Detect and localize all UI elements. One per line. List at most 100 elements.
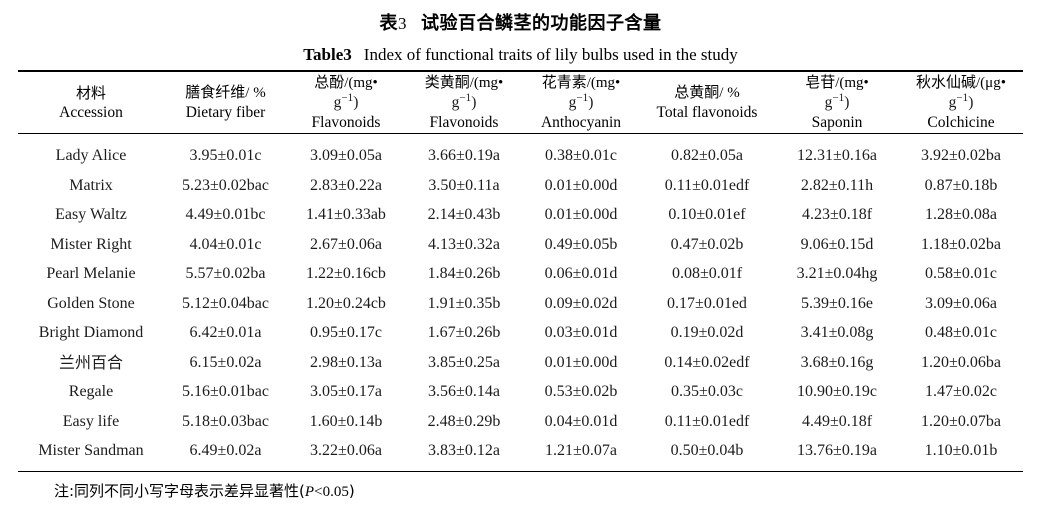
chinese-table-label: 表 bbox=[379, 13, 398, 34]
row-accession: Matrix bbox=[69, 176, 113, 194]
functional-traits-table: 材料 Accession 膳食纤维/ % Dietary fiber 总酚/(m… bbox=[18, 70, 1023, 472]
cell-total-flavonoids: 0.35±0.03c bbox=[671, 383, 743, 400]
header-unit-saponin: /(mg• bbox=[835, 75, 869, 91]
header-unit-line2-flavonoid: g−1) bbox=[451, 91, 477, 111]
table-row: Easy life 5.18±0.03bac 1.60±0.14b 2.48±0… bbox=[18, 407, 1023, 437]
header-unit-anthocyanin: /(mg• bbox=[586, 75, 621, 91]
cell-flavonoid: 1.91±0.35b bbox=[427, 294, 501, 312]
row-accession: Mister Sandman bbox=[38, 442, 144, 459]
row-accession: Lady Alice bbox=[55, 147, 127, 164]
english-title: Table3 Index of functional traits of lily… bbox=[0, 40, 1041, 70]
cell-colchicine: 1.47±0.02c bbox=[925, 383, 997, 400]
cell-dietary-fiber: 6.49±0.02a bbox=[189, 442, 262, 459]
row-accession: Regale bbox=[68, 383, 114, 400]
cell-anthocyanin: 0.49±0.05b bbox=[544, 235, 618, 253]
cell-flavonoid: 4.13±0.32a bbox=[428, 235, 500, 253]
cell-flavonoid: 3.56±0.14a bbox=[428, 383, 500, 400]
header-unit-line2-anthocyanin: g−1) bbox=[568, 91, 594, 111]
cell-saponin: 5.39±0.16e bbox=[801, 294, 873, 312]
column-header-accession: 材料 Accession bbox=[18, 72, 164, 134]
cell-total-flavonoids: 0.14±0.02edf bbox=[664, 353, 750, 371]
header-cn-total-flavonoids: 总黄酮 bbox=[674, 83, 720, 101]
cell-total-flavonoids: 0.82±0.05a bbox=[671, 147, 743, 164]
header-en-accession: Accession bbox=[59, 103, 123, 121]
cell-colchicine: 1.20±0.07ba bbox=[921, 412, 1001, 430]
header-en-total-phenol: Flavonoids bbox=[311, 114, 381, 131]
table-row: Mister Right 4.04±0.01c 2.67±0.06a 4.13±… bbox=[18, 230, 1023, 260]
cell-total-phenol: 1.22±0.16cb bbox=[306, 265, 386, 282]
cell-anthocyanin: 0.03±0.01d bbox=[544, 324, 618, 341]
cell-dietary-fiber: 5.57±0.02ba bbox=[185, 265, 266, 282]
table-row: Golden Stone 5.12±0.04bac 1.20±0.24cb 1.… bbox=[18, 289, 1023, 319]
column-header-dietary-fiber: 膳食纤维/ % Dietary fiber bbox=[164, 72, 287, 134]
cell-saponin: 3.68±0.16g bbox=[800, 353, 874, 371]
cell-anthocyanin: 0.06±0.01d bbox=[544, 265, 618, 282]
cell-total-flavonoids: 0.10±0.01ef bbox=[668, 206, 746, 223]
row-accession: Bright Diamond bbox=[38, 324, 144, 341]
cell-flavonoid: 1.67±0.26b bbox=[427, 324, 501, 341]
table-bottom-rule bbox=[18, 470, 1023, 472]
cell-saponin: 2.82±0.11h bbox=[800, 176, 874, 194]
cell-dietary-fiber: 4.04±0.01c bbox=[189, 235, 262, 253]
cell-dietary-fiber: 3.95±0.01c bbox=[189, 147, 262, 164]
footnote-suffix: ) bbox=[348, 481, 355, 500]
cell-saponin: 3.21±0.04hg bbox=[796, 265, 878, 282]
english-table-label: Table3 bbox=[303, 45, 352, 64]
cell-colchicine: 1.20±0.06ba bbox=[921, 353, 1001, 371]
column-header-flavonoid: 类黄酮/(mg• g−1) Flavonoids bbox=[405, 72, 523, 134]
cell-anthocyanin: 0.01±0.00d bbox=[544, 176, 618, 194]
cell-colchicine: 0.58±0.01c bbox=[925, 265, 997, 282]
header-unit-colchicine: /(μg• bbox=[976, 75, 1006, 91]
table-row: Lady Alice 3.95±0.01c 3.09±0.05a 3.66±0.… bbox=[18, 141, 1023, 171]
cell-anthocyanin: 0.09±0.02d bbox=[544, 294, 618, 312]
cell-flavonoid: 3.66±0.19a bbox=[428, 147, 500, 164]
column-header-anthocyanin: 花青素/(mg• g−1) Anthocyanin bbox=[523, 72, 639, 134]
cell-dietary-fiber: 4.49±0.01bc bbox=[185, 206, 266, 223]
header-unit-line2-total-phenol: g−1) bbox=[333, 91, 359, 111]
cell-saponin: 4.49±0.18f bbox=[801, 412, 873, 430]
cell-colchicine: 1.28±0.08a bbox=[925, 206, 997, 223]
title-block: 表3 试验百合鳞茎的功能因子含量 Table3 Index of functiona… bbox=[0, 0, 1041, 70]
cell-saponin: 10.90±0.19c bbox=[797, 383, 877, 400]
header-en-colchicine: Colchicine bbox=[927, 114, 995, 131]
cell-saponin: 4.23±0.18f bbox=[801, 206, 873, 223]
table-header-row: 材料 Accession 膳食纤维/ % Dietary fiber 总酚/(m… bbox=[18, 72, 1023, 134]
footnote-prefix: 注:同列不同小写字母表示差异显著性( bbox=[54, 481, 305, 500]
table-page: 表3 试验百合鳞茎的功能因子含量 Table3 Index of functiona… bbox=[0, 0, 1041, 514]
cell-colchicine: 0.87±0.18b bbox=[924, 176, 998, 194]
footnote-threshold: 0.05 bbox=[322, 483, 349, 500]
cell-saponin: 13.76±0.19a bbox=[797, 442, 877, 459]
cell-saponin: 12.31±0.16a bbox=[797, 147, 877, 164]
header-unit-dietary-fiber: / % bbox=[245, 85, 266, 101]
header-en-anthocyanin: Anthocyanin bbox=[540, 114, 622, 131]
cell-dietary-fiber: 5.23±0.02bac bbox=[182, 176, 269, 194]
cell-total-phenol: 1.60±0.14b bbox=[309, 412, 383, 430]
cell-total-phenol: 1.20±0.24cb bbox=[306, 294, 386, 312]
cell-total-phenol: 2.67±0.06a bbox=[310, 235, 382, 253]
header-en-saponin: Saponin bbox=[811, 114, 863, 131]
header-cn-total-phenol: 总酚 bbox=[314, 73, 345, 91]
chinese-title-text: 试验百合鳞茎的功能因子含量 bbox=[421, 13, 662, 34]
cell-flavonoid: 2.14±0.43b bbox=[427, 206, 501, 223]
cell-total-phenol: 0.95±0.17c bbox=[310, 324, 382, 341]
header-unit-flavonoid: /(mg• bbox=[469, 75, 504, 91]
cell-flavonoid: 3.85±0.25a bbox=[428, 353, 500, 371]
cell-dietary-fiber: 5.16±0.01bac bbox=[182, 383, 269, 400]
cell-total-flavonoids: 0.08±0.01f bbox=[671, 265, 743, 282]
row-accession: Pearl Melanie bbox=[46, 265, 136, 282]
cell-dietary-fiber: 6.42±0.01a bbox=[189, 324, 262, 341]
header-gap bbox=[18, 134, 1023, 141]
cell-flavonoid: 2.48±0.29b bbox=[427, 412, 501, 430]
cell-saponin: 9.06±0.15d bbox=[800, 235, 874, 253]
column-header-total-phenol: 总酚/(mg• g−1) Flavonoids bbox=[287, 72, 405, 134]
table-row: Bright Diamond 6.42±0.01a 0.95±0.17c 1.6… bbox=[18, 318, 1023, 348]
row-accession: Easy life bbox=[62, 412, 120, 430]
header-en-flavonoid: Flavonoids bbox=[429, 114, 499, 131]
chinese-title: 表3 试验百合鳞茎的功能因子含量 bbox=[0, 10, 1041, 38]
table-footnote: 注:同列不同小写字母表示差异显著性(P<0.05) bbox=[18, 472, 1023, 503]
row-accession: Easy Waltz bbox=[55, 206, 127, 223]
row-accession: Golden Stone bbox=[47, 294, 135, 312]
cell-anthocyanin: 0.01±0.00d bbox=[544, 353, 618, 371]
cell-total-phenol: 2.98±0.13a bbox=[310, 353, 382, 371]
table-row: Pearl Melanie 5.57±0.02ba 1.22±0.16cb 1.… bbox=[18, 259, 1023, 289]
